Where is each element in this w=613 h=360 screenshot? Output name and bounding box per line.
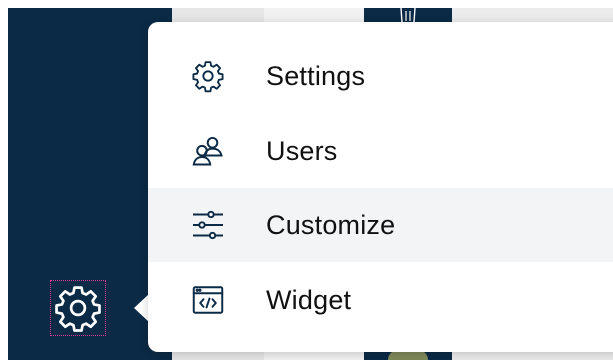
menu-item-label: Settings [266,60,366,91]
menu-item-label: Users [266,135,338,166]
sidebar-settings-button[interactable] [50,280,106,336]
gear-icon [190,58,226,94]
sliders-icon [190,207,226,243]
background-card [452,352,613,360]
menu-item-widget[interactable]: Widget [148,263,613,337]
background-card [172,352,264,360]
code-window-icon [190,282,226,318]
menu-pointer [134,294,149,322]
menu-item-label: Widget [266,284,352,315]
gear-icon [55,286,101,332]
menu-item-users[interactable]: Users [148,114,613,188]
menu-item-label: Customize [266,209,396,240]
menu-item-customize[interactable]: Customize [148,188,613,262]
settings-menu: Settings Users Customize Widget [148,22,613,352]
users-icon [190,133,226,169]
menu-item-settings[interactable]: Settings [148,39,613,113]
background-card [264,352,364,360]
app-stage: Settings Users Customize Widget [0,0,613,360]
